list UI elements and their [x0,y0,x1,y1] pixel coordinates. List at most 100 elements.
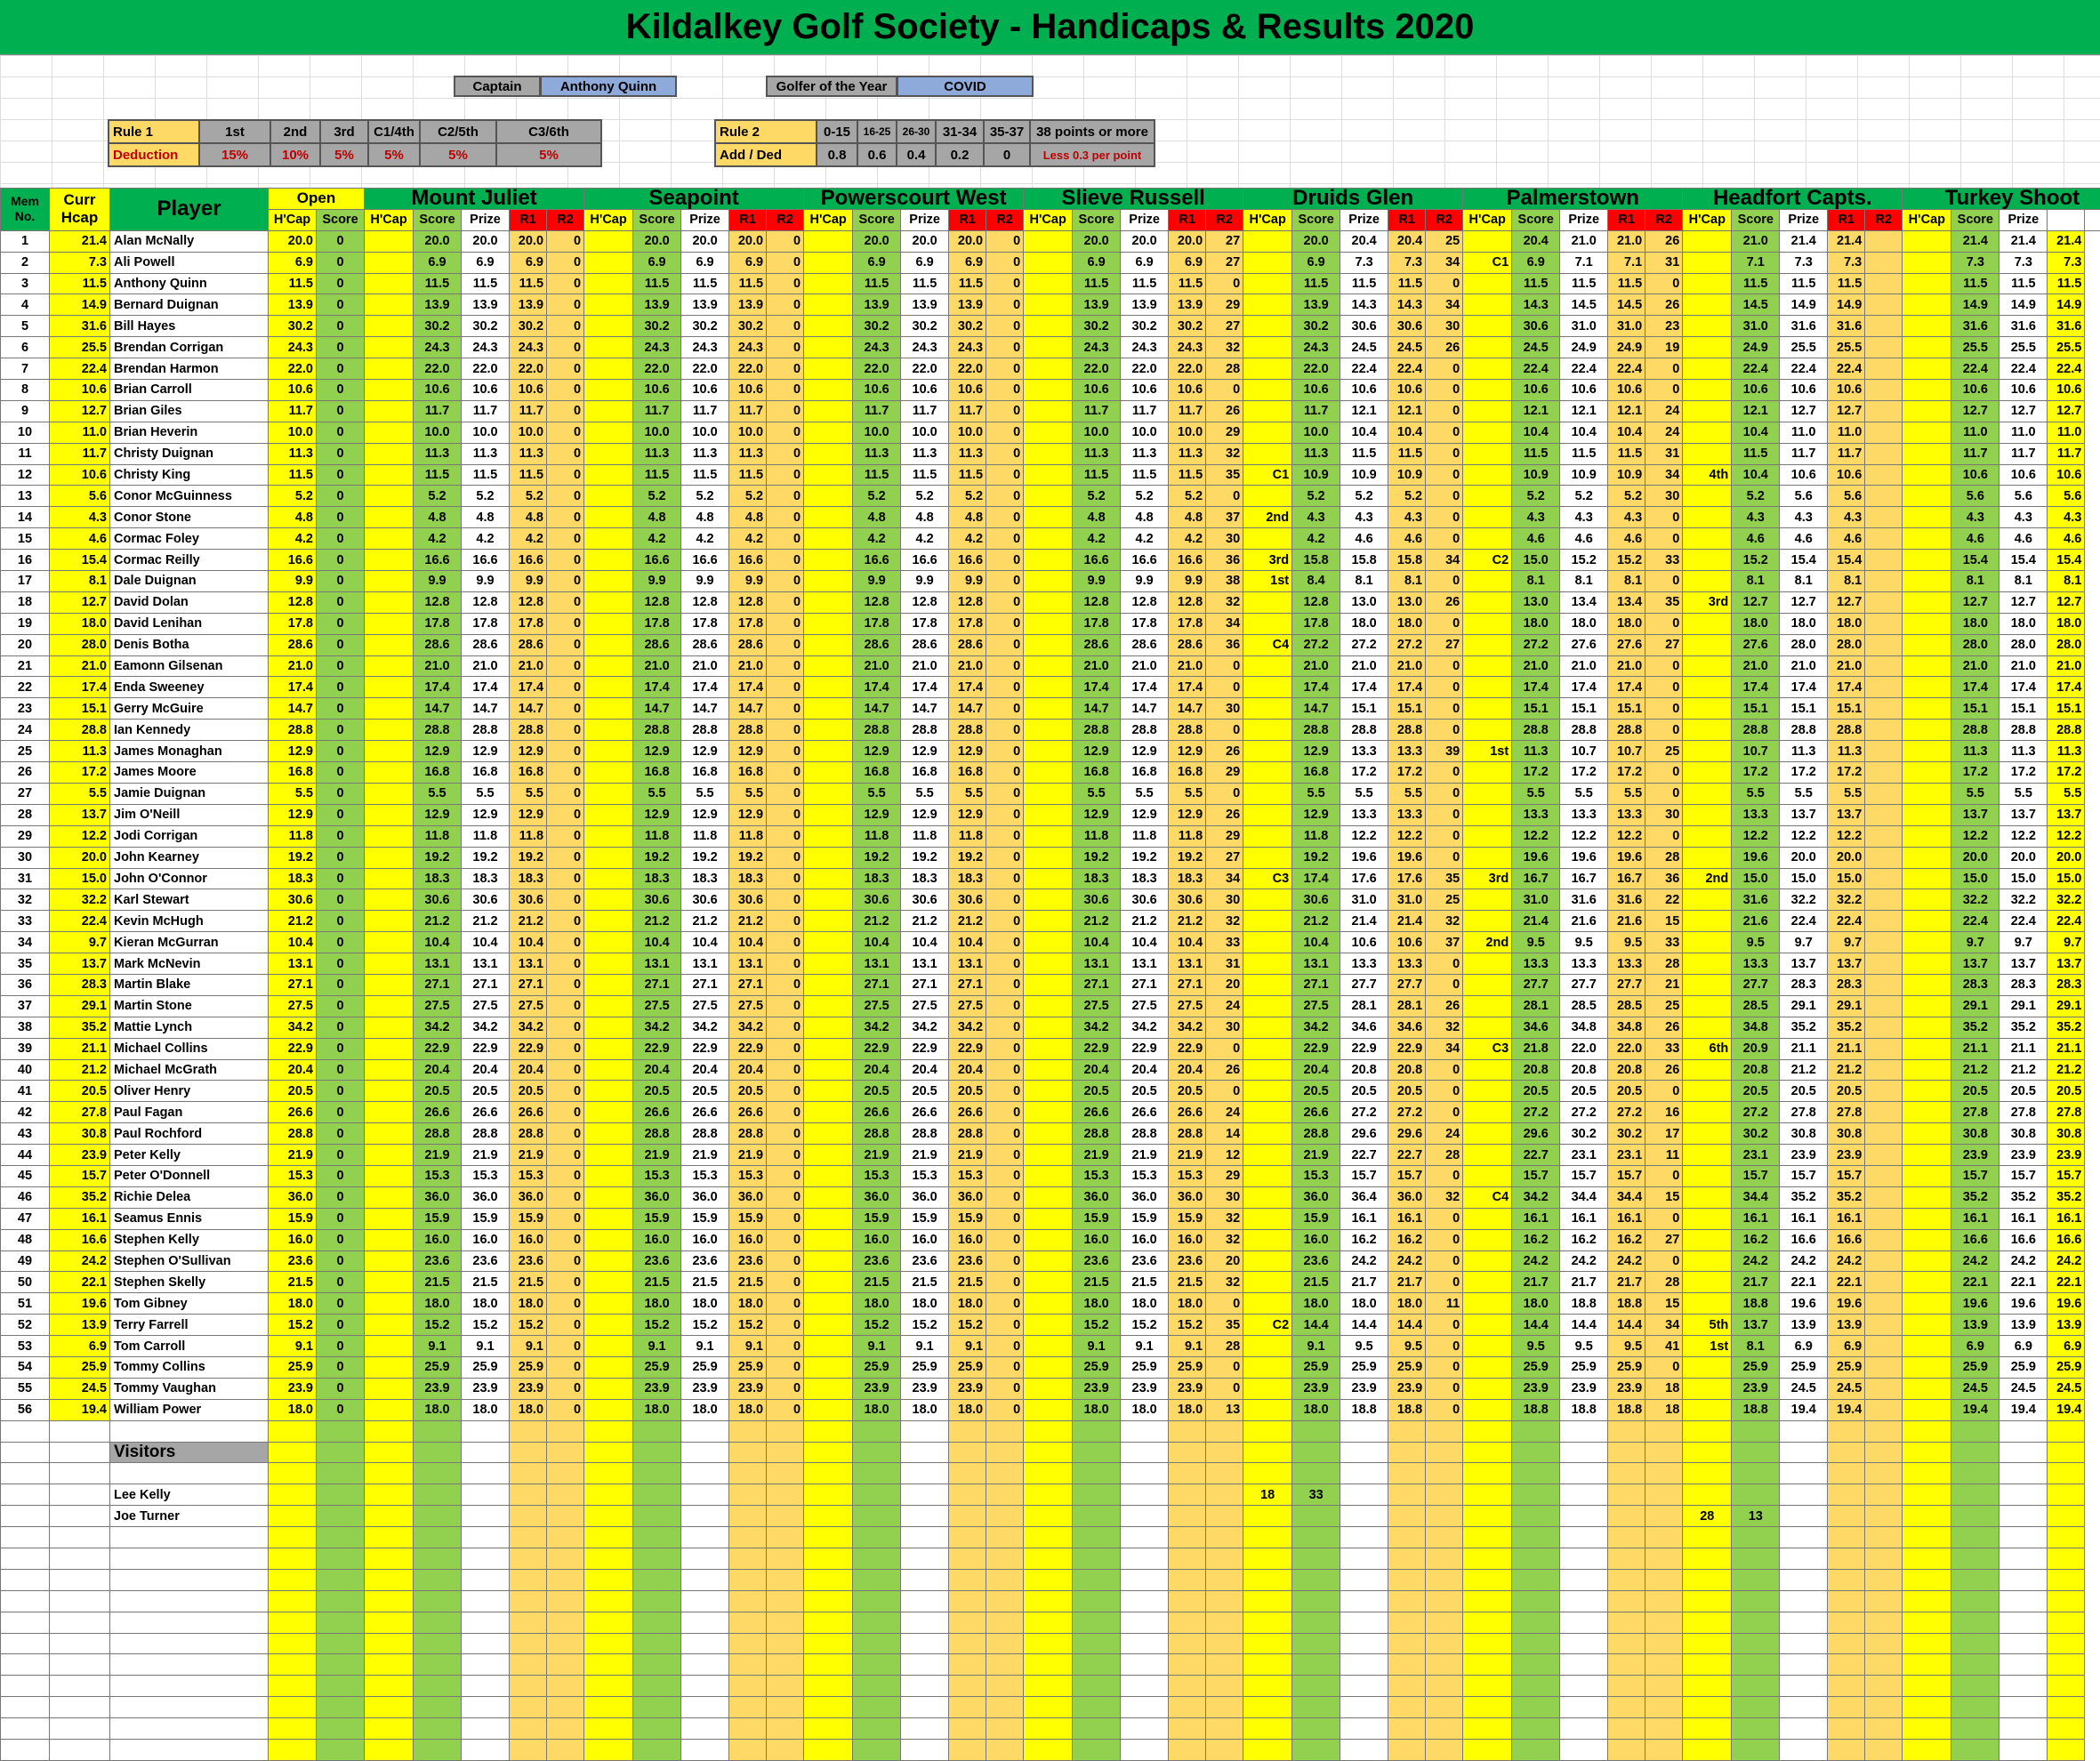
player-name[interactable]: Ali Powell [110,252,269,273]
table-row[interactable]: 2121.0Eamonn Gilsenan21.0021.021.021.002… [1,655,2100,677]
player-name[interactable]: Mark McNevin [110,953,269,975]
table-row[interactable]: 4120.5Oliver Henry20.5020.520.520.5020.5… [1,1081,2100,1102]
table-row[interactable]: 349.7Kieran McGurran10.4010.410.410.4010… [1,932,2100,953]
player-name[interactable]: Martin Stone [110,995,269,1017]
table-row[interactable]: 3835.2Mattie Lynch34.2034.234.234.2034.2… [1,1017,2100,1038]
table-row[interactable]: 154.6Cormac Foley4.204.24.24.204.24.24.2… [1,528,2100,550]
table-row[interactable]: 2813.7Jim O'Neill12.9012.912.912.9012.91… [1,804,2100,825]
player-name[interactable]: Eamonn Gilsenan [110,655,269,677]
player-name[interactable]: Richie Delea [110,1186,269,1208]
table-row[interactable]: 3513.7Mark McNevin13.1013.113.113.1013.1… [1,953,2100,975]
player-name[interactable]: Anthony Quinn [110,273,269,294]
table-row[interactable]: 1615.4Cormac Reilly16.6016.616.616.6016.… [1,550,2100,571]
table-row[interactable]: 27.3Ali Powell6.906.96.96.906.96.96.906.… [1,252,2100,273]
player-name[interactable]: Tom Gibney [110,1293,269,1315]
table-row[interactable]: 3628.3Martin Blake27.1027.127.127.1027.1… [1,974,2100,995]
player-name[interactable]: Gerry McGuire [110,698,269,720]
table-row[interactable]: 275.5Jamie Duignan5.505.55.55.505.55.55.… [1,783,2100,804]
player-name[interactable]: Cormac Foley [110,528,269,550]
player-name[interactable]: Stephen O'Sullivan [110,1250,269,1272]
table-row[interactable]: 2912.2Jodi Corrigan11.8011.811.811.8011.… [1,825,2100,847]
player-name[interactable]: Jamie Duignan [110,783,269,804]
table-row[interactable]: 2511.3James Monaghan12.9012.912.912.9012… [1,741,2100,762]
player-name[interactable]: Cormac Reilly [110,550,269,571]
table-row[interactable]: 2428.8Ian Kennedy28.8028.828.828.8028.82… [1,720,2100,741]
table-row[interactable]: 4635.2Richie Delea36.0036.036.036.0036.0… [1,1186,2100,1208]
table-row[interactable]: 4021.2Michael McGrath20.4020.420.420.402… [1,1059,2100,1081]
table-row[interactable]: 1812.7David Dolan12.8012.812.812.8012.81… [1,591,2100,613]
table-row[interactable]: 4330.8Paul Rochford28.8028.828.828.8028.… [1,1123,2100,1145]
table-row[interactable]: 5619.4William Power18.0018.018.018.0018.… [1,1399,2100,1420]
table-row[interactable]: 135.6Conor McGuinness5.205.25.25.205.25.… [1,486,2100,507]
table-row[interactable]: 2315.1Gerry McGuire14.7014.714.714.7014.… [1,698,2100,720]
table-row[interactable]: 2217.4Enda Sweeney17.4017.417.417.4017.4… [1,677,2100,698]
player-name[interactable]: Stephen Kelly [110,1229,269,1250]
table-row[interactable]: 810.6Brian Carroll10.6010.610.610.6010.6… [1,380,2100,401]
player-name[interactable]: Paul Rochford [110,1123,269,1145]
player-name[interactable]: Peter Kelly [110,1145,269,1166]
table-row[interactable]: 2617.2James Moore16.8016.816.816.8016.81… [1,762,2100,784]
table-row[interactable]: 3232.2Karl Stewart30.6030.630.630.6030.6… [1,889,2100,911]
table-row[interactable]: 4227.8Paul Fagan26.6026.626.626.6026.626… [1,1102,2100,1123]
table-row[interactable]: 311.5Anthony Quinn11.5011.511.511.5011.5… [1,273,2100,294]
table-row[interactable]: 4423.9Peter Kelly21.9021.921.921.9021.92… [1,1145,2100,1166]
player-name[interactable]: Oliver Henry [110,1081,269,1102]
player-name[interactable]: John O'Connor [110,868,269,889]
player-name[interactable]: Enda Sweeney [110,677,269,698]
visitor-name[interactable]: Lee Kelly [110,1484,269,1506]
player-name[interactable]: Ian Kennedy [110,720,269,741]
table-row[interactable]: 3020.0John Kearney19.2019.219.219.2019.2… [1,847,2100,868]
player-name[interactable]: Tom Carroll [110,1336,269,1357]
player-name[interactable]: Brian Carroll [110,380,269,401]
table-row[interactable]: 5425.9Tommy Collins25.9025.925.925.9025.… [1,1356,2100,1378]
table-row[interactable]: 912.7Brian Giles11.7011.711.711.7011.711… [1,400,2100,422]
table-row[interactable]: 5524.5Tommy Vaughan23.9023.923.923.9023.… [1,1378,2100,1399]
table-row[interactable]: 178.1Dale Duignan9.909.99.99.909.99.99.9… [1,571,2100,592]
player-name[interactable]: Christy Duignan [110,443,269,464]
player-name[interactable]: Jodi Corrigan [110,825,269,847]
player-name[interactable]: Stephen Skelly [110,1272,269,1293]
player-name[interactable]: William Power [110,1399,269,1420]
player-name[interactable]: Tommy Vaughan [110,1378,269,1399]
table-row[interactable]: 531.6Bill Hayes30.2030.230.230.2030.230.… [1,316,2100,337]
table-row[interactable]: 5119.6Tom Gibney18.0018.018.018.0018.018… [1,1293,2100,1315]
table-row[interactable]: 1918.0David Lenihan17.8017.817.817.8017.… [1,613,2100,634]
player-name[interactable]: Dale Duignan [110,571,269,592]
player-name[interactable]: Michael Collins [110,1038,269,1059]
table-row[interactable]: 4816.6Stephen Kelly16.0016.016.016.0016.… [1,1229,2100,1250]
table-row[interactable]: 121.4Alan McNally20.0020.020.020.0020.02… [1,230,2100,252]
table-row[interactable]: 3921.1Michael Collins22.9022.922.922.902… [1,1038,2100,1059]
table-row[interactable]: 722.4Brendan Harmon22.0022.022.022.0022.… [1,358,2100,380]
player-name[interactable]: Terry Farrell [110,1315,269,1336]
player-name[interactable]: Martin Blake [110,974,269,995]
player-name[interactable]: Brian Giles [110,400,269,422]
player-name[interactable]: Conor McGuinness [110,486,269,507]
player-name[interactable]: Seamus Ennis [110,1208,269,1229]
table-row[interactable]: 3729.1Martin Stone27.5027.527.527.5027.5… [1,995,2100,1017]
table-row[interactable]: 4515.7Peter O'Donnell15.3015.315.315.301… [1,1165,2100,1186]
player-name[interactable]: Christy King [110,464,269,486]
table-row[interactable]: 536.9Tom Carroll9.109.19.19.109.19.19.10… [1,1336,2100,1357]
player-name[interactable]: Jim O'Neill [110,804,269,825]
player-name[interactable]: Paul Fagan [110,1102,269,1123]
player-name[interactable]: Alan McNally [110,230,269,252]
player-name[interactable]: Brendan Harmon [110,358,269,380]
table-row[interactable]: 5213.9Terry Farrell15.2015.215.215.2015.… [1,1315,2100,1336]
player-name[interactable]: David Lenihan [110,613,269,634]
player-name[interactable]: Tommy Collins [110,1356,269,1378]
player-name[interactable]: Denis Botha [110,634,269,655]
table-row[interactable]: 4924.2Stephen O'Sullivan23.6023.623.623.… [1,1250,2100,1272]
table-row[interactable]: 414.9Bernard Duignan13.9013.913.913.9013… [1,294,2100,316]
player-name[interactable]: Peter O'Donnell [110,1165,269,1186]
player-name[interactable]: David Dolan [110,591,269,613]
visitor-name[interactable]: Joe Turner [110,1506,269,1527]
player-name[interactable]: Bill Hayes [110,316,269,337]
table-row[interactable]: 144.3Conor Stone4.804.84.84.804.84.84.80… [1,507,2100,528]
player-name[interactable]: Kieran McGurran [110,932,269,953]
captain-value[interactable]: Anthony Quinn [540,76,677,97]
player-name[interactable]: Mattie Lynch [110,1017,269,1038]
player-name[interactable]: Brendan Corrigan [110,337,269,358]
player-name[interactable]: Kevin McHugh [110,911,269,932]
table-row[interactable]: 1210.6Christy King11.5011.511.511.5011.5… [1,464,2100,486]
goty-value[interactable]: COVID [897,76,1034,97]
